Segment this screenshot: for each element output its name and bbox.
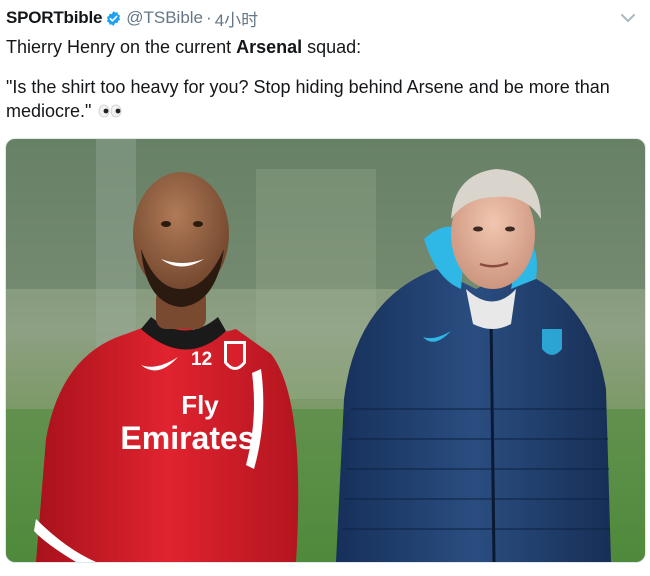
- tweet-photo[interactable]: 12 Fly Emirates: [5, 138, 646, 563]
- display-name[interactable]: SPORTbible: [6, 8, 102, 28]
- hashtag-bold: Arsenal: [236, 37, 303, 57]
- sponsor-line2: Emirates: [120, 420, 255, 456]
- shirt-number: 12: [191, 349, 212, 370]
- tweet-intro-line: Thierry Henry on the current Arsenal squ…: [6, 35, 631, 59]
- tweet-quote: "Is the shirt too heavy for you? Stop hi…: [6, 75, 631, 124]
- timestamp[interactable]: 4小时: [215, 6, 258, 31]
- tweet-text: Thierry Henry on the current Arsenal squ…: [6, 35, 631, 124]
- quote-text: "Is the shirt too heavy for you? Stop hi…: [6, 77, 610, 121]
- sponsor-line1: Fly: [181, 390, 219, 420]
- intro-suffix: squad:: [302, 37, 362, 57]
- chevron-down-icon[interactable]: [618, 8, 638, 28]
- photo-illustration: 12 Fly Emirates: [6, 139, 645, 562]
- eyes-emoji-icon: [98, 100, 122, 124]
- tweet-card[interactable]: SPORTbible @TSBible · 4小时 Thierry Henry …: [0, 0, 650, 576]
- tweet-header: SPORTbible @TSBible · 4小时: [6, 6, 258, 30]
- user-handle[interactable]: @TSBible: [126, 8, 203, 28]
- separator-dot: ·: [206, 8, 212, 27]
- verified-badge-icon: [105, 10, 122, 27]
- intro-text: Thierry Henry on the current: [6, 37, 237, 57]
